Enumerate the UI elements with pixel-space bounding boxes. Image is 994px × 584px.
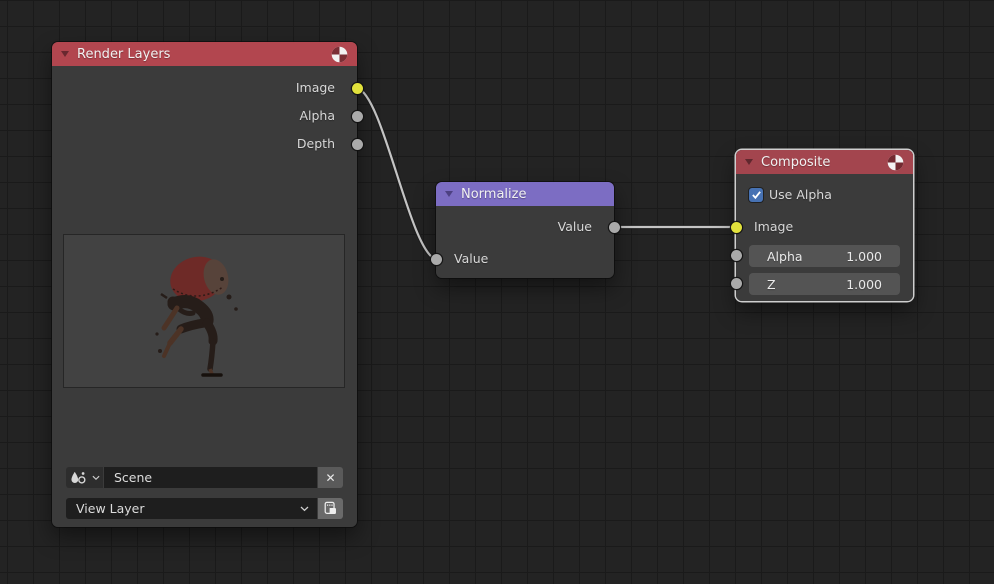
slider-label: Alpha [767,249,803,264]
chevron-down-icon [92,475,100,481]
check-icon [751,190,762,200]
slider-label: Z [767,277,776,292]
preview-sprite [64,235,344,387]
socket-output-alpha[interactable] [352,111,363,122]
node-editor-canvas[interactable]: Render Layers Image Alpha Depth [0,0,994,584]
close-icon: ✕ [325,471,335,485]
normalize-header[interactable]: Normalize [436,182,614,206]
slider-value: 1.000 [846,277,882,292]
output-label-depth: Depth [297,136,335,151]
use-alpha-checkbox[interactable] [749,188,763,202]
scene-selector-row: Scene ✕ [66,467,343,488]
composite-header[interactable]: Composite [736,150,913,174]
composite-node[interactable]: Composite Use Alpha Image Alpha 1.000 Z [736,150,913,301]
collapse-triangle-icon[interactable] [445,191,453,197]
socket-output-image[interactable] [352,83,363,94]
chevron-down-icon [300,506,309,512]
socket-input-z[interactable] [731,278,742,289]
input-label-value: Value [454,251,488,266]
socket-input-alpha[interactable] [731,250,742,261]
view-layer-icon [323,501,338,516]
link-image-to-normalize-outline [357,88,435,259]
scene-name-field[interactable]: Scene [104,467,317,488]
socket-input-image[interactable] [731,222,742,233]
render-preview-image [63,234,345,388]
node-title: Composite [761,155,879,170]
collapse-triangle-icon[interactable] [745,159,753,165]
material-preview-sphere-icon[interactable] [887,154,904,171]
view-layer-value: View Layer [76,501,145,516]
material-preview-sphere-icon[interactable] [331,46,348,63]
link-image-to-normalize [357,88,435,259]
output-label-alpha: Alpha [299,108,335,123]
collapse-triangle-icon[interactable] [61,51,69,57]
normalize-node[interactable]: Normalize Value Value [436,182,614,278]
socket-output-depth[interactable] [352,139,363,150]
socket-input-value[interactable] [431,254,442,265]
z-value-slider[interactable]: Z 1.000 [749,273,900,295]
alpha-value-slider[interactable]: Alpha 1.000 [749,245,900,267]
scene-browse-button[interactable] [66,467,103,488]
socket-output-value[interactable] [609,222,620,233]
scene-clear-button[interactable]: ✕ [318,467,343,488]
render-layers-node[interactable]: Render Layers Image Alpha Depth [52,42,357,527]
new-view-layer-button[interactable] [318,498,343,519]
input-label-image: Image [754,219,793,234]
use-alpha-label: Use Alpha [769,187,832,202]
node-title: Render Layers [77,47,323,62]
slider-value: 1.000 [846,249,882,264]
scene-name-value: Scene [114,470,152,485]
render-layers-header[interactable]: Render Layers [52,42,357,66]
output-label-image: Image [296,80,335,95]
node-title: Normalize [461,187,605,202]
output-label-value: Value [558,219,592,234]
scene-icon [70,471,90,485]
view-layer-row: View Layer [66,498,343,519]
view-layer-dropdown[interactable]: View Layer [66,498,317,519]
